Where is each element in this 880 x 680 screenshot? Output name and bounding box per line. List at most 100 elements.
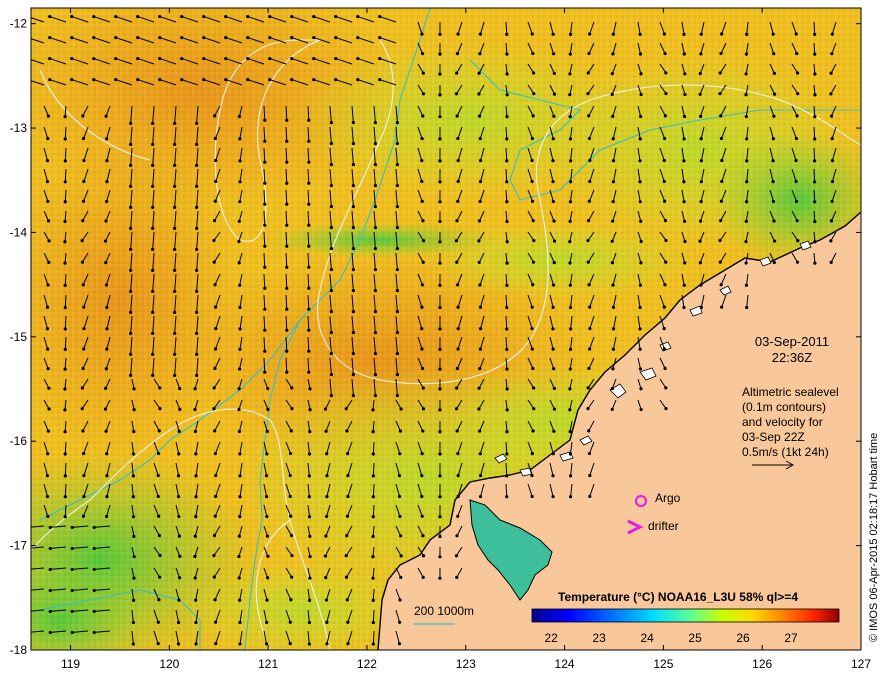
velocity-arrow-head (329, 309, 333, 314)
velocity-arrow-head (151, 205, 155, 209)
velocity-arrow-head (238, 159, 242, 163)
velocity-arrow-head (551, 452, 555, 456)
velocity-arrow-head (104, 429, 108, 433)
velocity-arrow-head (26, 78, 29, 81)
velocity-arrow-head (478, 305, 483, 309)
velocity-arrow-head (47, 386, 51, 390)
velocity-arrow-head (664, 71, 668, 75)
velocity-arrow-head (398, 429, 403, 433)
velocity-arrow-head (132, 387, 136, 391)
velocity-arrow-head (420, 366, 425, 371)
velocity-arrow-head (420, 136, 424, 141)
velocity-arrow-head (610, 407, 614, 411)
velocity-arrow-head (663, 51, 667, 56)
velocity-arrow-head (745, 180, 749, 184)
velocity-arrow-head (92, 35, 96, 40)
velocity-arrow-head (551, 347, 555, 351)
velocity-arrow-head (151, 310, 155, 314)
velocity-arrow-head (104, 114, 108, 118)
velocity-arrow-head (438, 93, 442, 97)
velocity-arrow-head (373, 225, 377, 230)
velocity-arrow-head (82, 158, 86, 163)
velocity-arrow-head (505, 115, 509, 119)
velocity-arrow-head (455, 283, 460, 287)
velocity-arrow-head (794, 179, 798, 184)
velocity-arrow-head (158, 35, 162, 40)
velocity-arrow-head (63, 474, 67, 478)
velocity-arrow-head (104, 367, 108, 371)
velocity-arrow-head (307, 474, 311, 478)
velocity-arrow-head (638, 137, 642, 141)
velocity-arrow-head (505, 219, 509, 224)
velocity-arrow-head (587, 429, 591, 433)
velocity-arrow-head (312, 77, 316, 82)
velocity-arrow-head (813, 180, 817, 184)
velocity-arrow-head (438, 219, 442, 224)
velocity-arrow-head (213, 366, 217, 371)
velocity-arrow-head (214, 473, 218, 478)
velocity-arrow-head (373, 120, 377, 125)
velocity-arrow-head (290, 386, 294, 390)
velocity-arrow (64, 168, 67, 182)
velocity-arrow-head (638, 32, 642, 36)
velocity-arrow-head (307, 286, 311, 290)
velocity-arrow-head (699, 114, 703, 118)
velocity-arrow-head (105, 137, 109, 141)
velocity-arrow-head (795, 219, 799, 223)
velocity-arrow-head (325, 474, 329, 478)
velocity-arrow-head (213, 347, 218, 351)
velocity-arrow-head (588, 158, 592, 163)
velocity-arrow-head (373, 351, 377, 356)
velocity-arrow-head (212, 533, 217, 538)
velocity-arrow-head (373, 267, 377, 272)
velocity-arrow-head (307, 118, 311, 122)
velocity-arrow-head (773, 239, 777, 243)
velocity-arrow-head (588, 179, 592, 184)
velocity-arrow-head (568, 261, 572, 265)
velocity-arrow-head (373, 288, 377, 293)
velocity-arrow-head (285, 118, 289, 122)
velocity-arrow-head (639, 92, 643, 97)
velocity-arrow-head (324, 598, 329, 602)
velocity-arrow-head (351, 372, 355, 377)
velocity-arrow-head (505, 200, 509, 204)
velocity-arrow-head (81, 219, 85, 223)
velocity-arrow-head (307, 495, 311, 499)
velocity-arrow-head (397, 620, 402, 624)
velocity-arrow-head (213, 429, 217, 433)
velocity-arrow-head (48, 35, 52, 40)
velocity-arrow-head (46, 199, 50, 204)
velocity-arrow-head (290, 35, 294, 40)
velocity-arrow-head (46, 452, 50, 456)
velocity-arrow-head (718, 71, 722, 75)
velocity-arrow-head (308, 534, 312, 538)
velocity-arrow-head (246, 14, 250, 19)
velocity-arrow-head (568, 387, 572, 391)
velocity-arrow-head (718, 260, 722, 264)
velocity-arrow-head (772, 219, 776, 223)
velocity-arrow (813, 168, 816, 182)
velocity-arrow-head (505, 137, 509, 141)
velocity-arrow-head (266, 407, 270, 411)
velocity-arrow-head (173, 373, 177, 377)
velocity-arrow-head (551, 283, 556, 287)
velocity-arrow (372, 630, 375, 645)
velocity-arrow-head (131, 495, 135, 499)
velocity-arrow-head (438, 52, 442, 56)
velocity-arrow-head (173, 268, 177, 272)
velocity-arrow-head (82, 473, 86, 478)
velocity-arrow-head (151, 331, 155, 335)
velocity-arrow-head (663, 218, 668, 223)
velocity-arrow-head (195, 121, 199, 125)
velocity-arrow-head (238, 515, 242, 519)
velocity-arrow-head (324, 534, 328, 538)
velocity-arrow-head (132, 534, 136, 538)
velocity-arrow-head (177, 620, 181, 625)
velocity-arrow-head (719, 219, 723, 223)
velocity-arrow-head (830, 52, 834, 56)
altimetry-line-1: Altimetric sealevel (742, 385, 839, 399)
velocity-arrow-head (264, 495, 269, 499)
velocity-arrow-head (456, 327, 460, 331)
velocity-arrow-head (478, 494, 483, 499)
velocity-arrow-head (530, 347, 534, 351)
